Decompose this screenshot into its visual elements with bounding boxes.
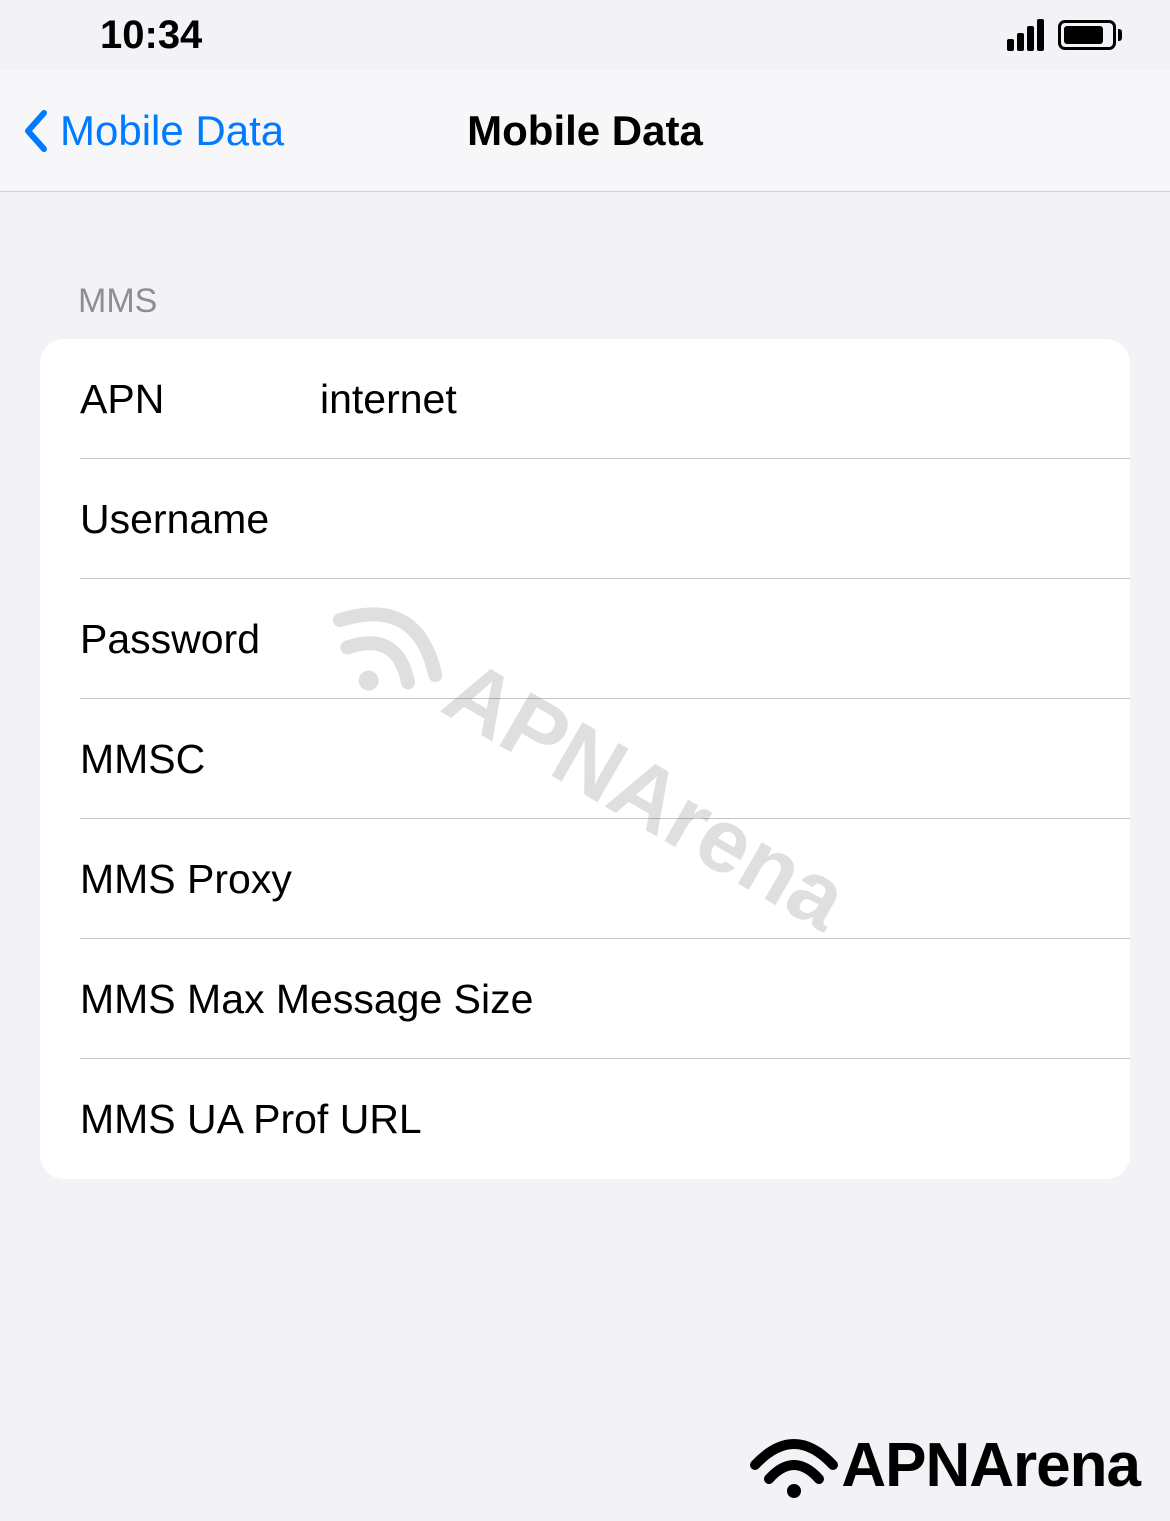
mms-ua-prof-row[interactable]: MMS UA Prof URL: [40, 1059, 1130, 1179]
navigation-bar: Mobile Data Mobile Data: [0, 70, 1170, 192]
mms-ua-prof-input[interactable]: [422, 1096, 1090, 1143]
wifi-icon: [749, 1431, 839, 1501]
username-row[interactable]: Username: [40, 459, 1130, 579]
back-button[interactable]: Mobile Data: [22, 107, 284, 155]
back-label: Mobile Data: [60, 107, 284, 155]
apn-row[interactable]: APN: [40, 339, 1130, 459]
mms-max-size-input[interactable]: [533, 976, 1090, 1023]
password-row[interactable]: Password: [40, 579, 1130, 699]
status-time: 10:34: [100, 13, 202, 58]
chevron-left-icon: [22, 109, 50, 153]
footer-logo: APNArena: [749, 1430, 1140, 1501]
mmsc-input[interactable]: [320, 736, 1090, 783]
password-label: Password: [80, 616, 320, 663]
battery-icon: [1058, 20, 1122, 50]
status-indicators: [1007, 19, 1122, 51]
username-input[interactable]: [320, 496, 1090, 543]
mms-max-size-label: MMS Max Message Size: [80, 976, 533, 1023]
status-bar: 10:34: [0, 0, 1170, 70]
section-header-mms: MMS: [0, 192, 1170, 339]
mms-proxy-input[interactable]: [292, 856, 1090, 903]
password-input[interactable]: [320, 616, 1090, 663]
page-title: Mobile Data: [467, 107, 703, 155]
apn-input[interactable]: [320, 376, 1090, 423]
apn-label: APN: [80, 376, 320, 423]
cellular-signal-icon: [1007, 19, 1044, 51]
username-label: Username: [80, 496, 320, 543]
mmsc-label: MMSC: [80, 736, 320, 783]
mms-settings-group: APN Username Password MMSC MMS Proxy MMS…: [40, 339, 1130, 1179]
mms-proxy-label: MMS Proxy: [80, 856, 292, 903]
mms-ua-prof-label: MMS UA Prof URL: [80, 1096, 422, 1143]
mmsc-row[interactable]: MMSC: [40, 699, 1130, 819]
mms-proxy-row[interactable]: MMS Proxy: [40, 819, 1130, 939]
footer-text: APNArena: [841, 1430, 1140, 1501]
mms-max-size-row[interactable]: MMS Max Message Size: [40, 939, 1130, 1059]
